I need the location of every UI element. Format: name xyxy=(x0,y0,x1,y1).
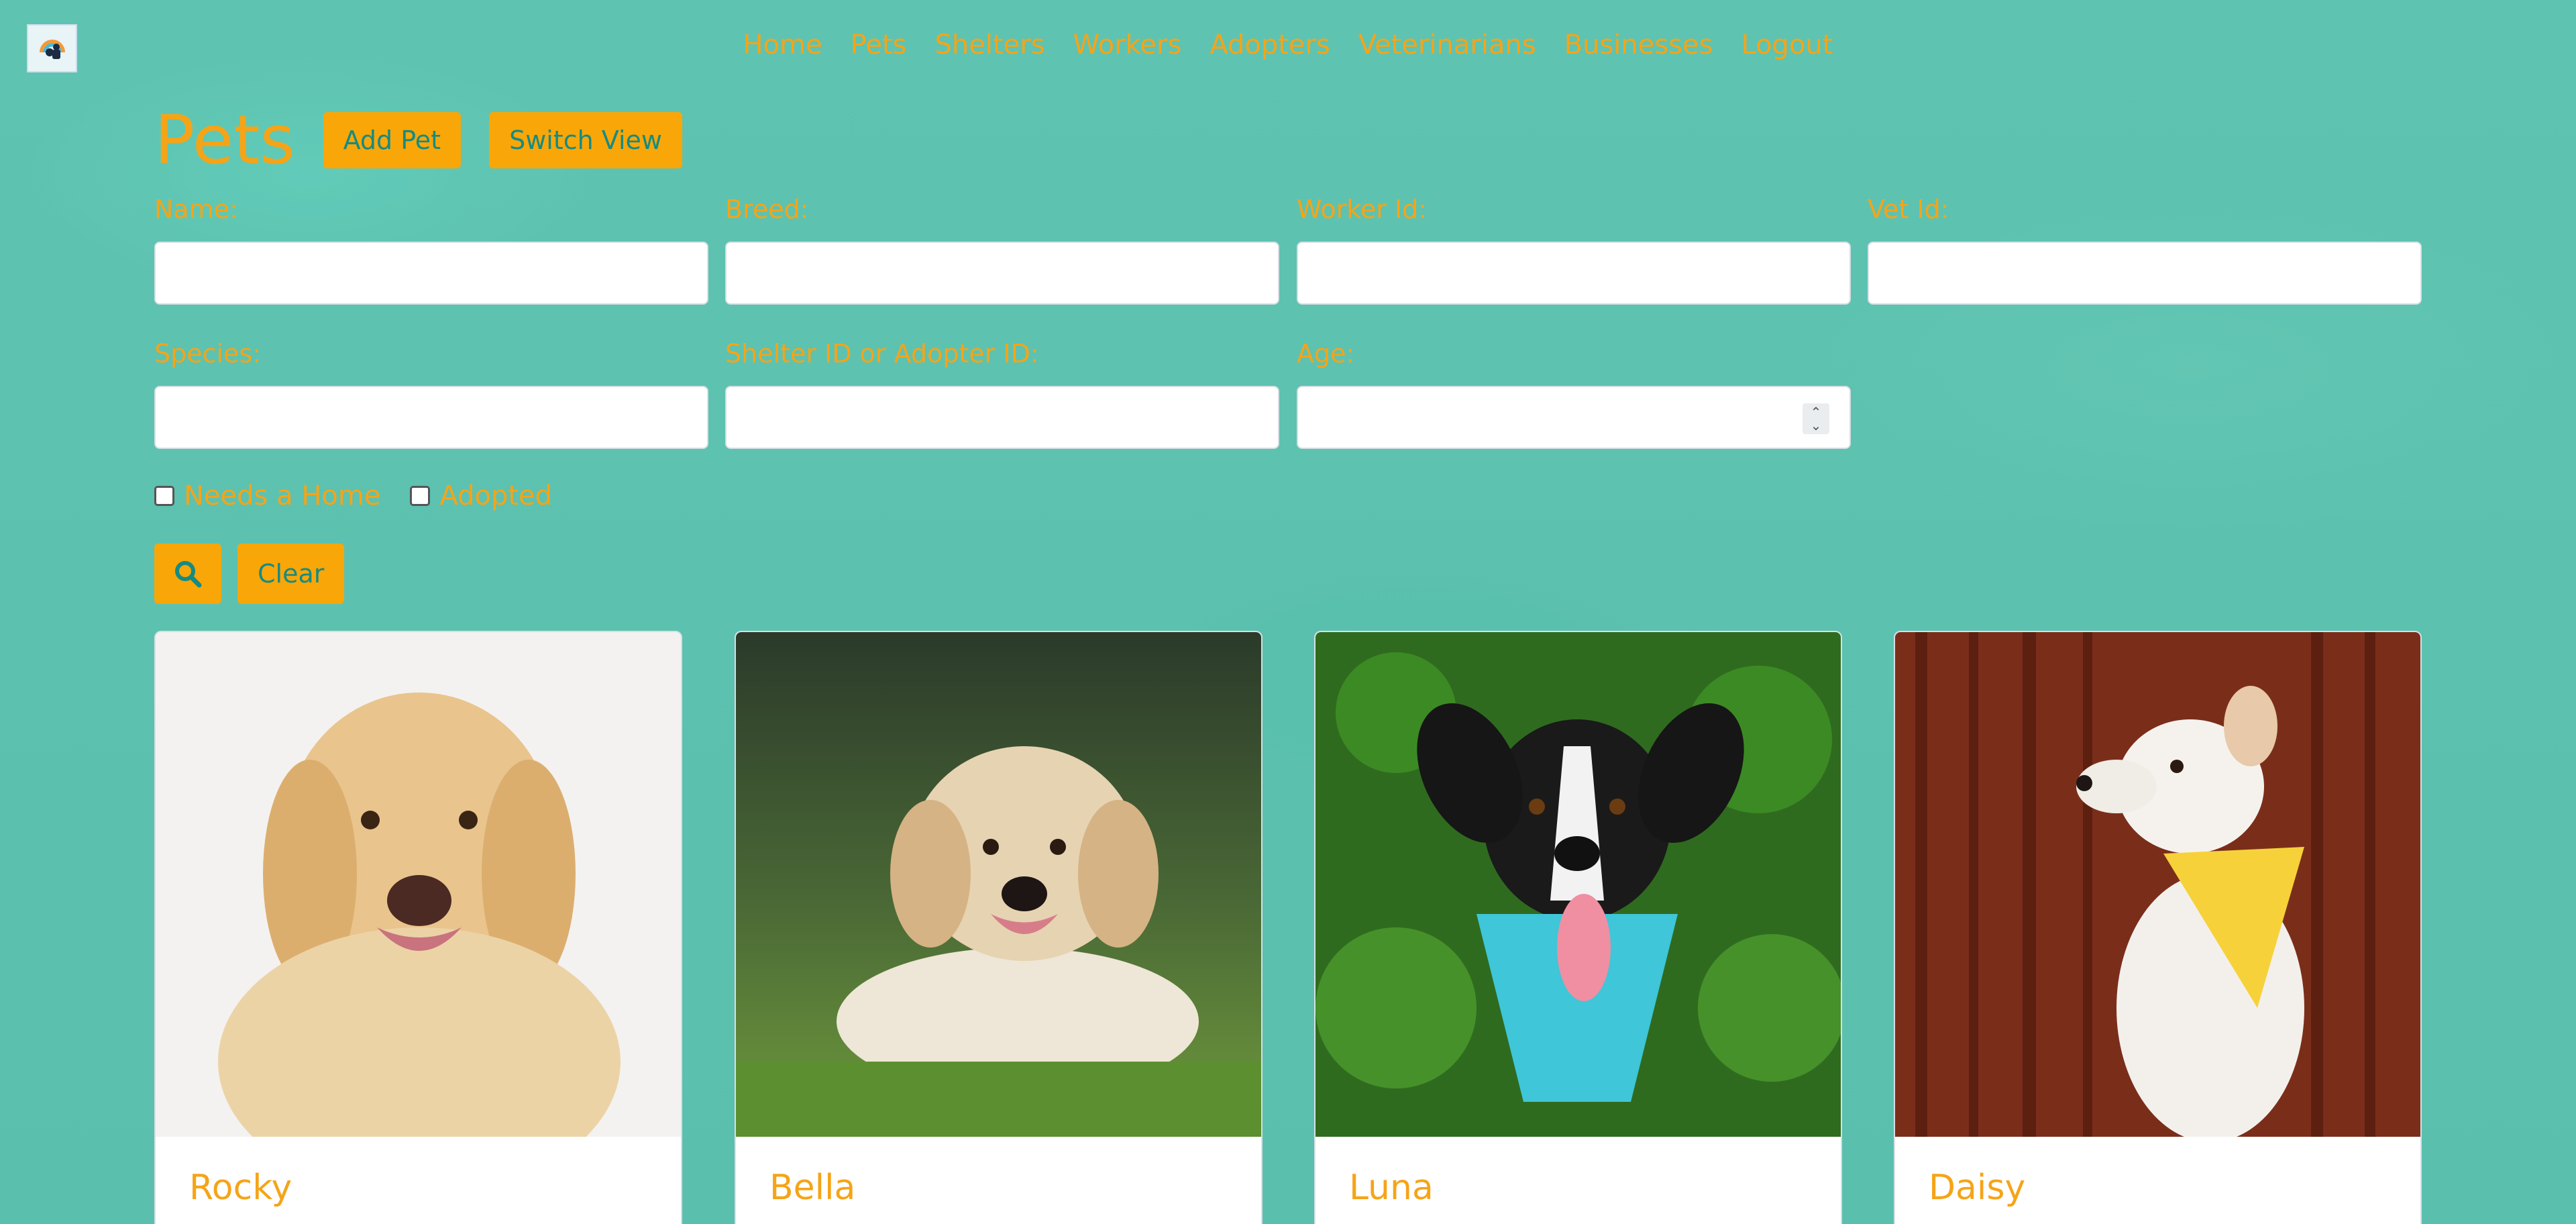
species-input[interactable] xyxy=(154,386,708,449)
chevron-up-icon[interactable]: ⌃ xyxy=(1811,405,1822,419)
breed-input[interactable] xyxy=(725,242,1279,305)
name-label: Name: xyxy=(154,195,238,224)
age-label: Age: xyxy=(1297,339,1355,368)
chevron-down-icon[interactable]: ⌄ xyxy=(1811,419,1822,432)
vet-id-input[interactable] xyxy=(1868,242,2422,305)
pet-card[interactable]: Daisy xyxy=(1894,631,2422,1224)
puppy-photo xyxy=(736,632,1261,1137)
nav-pets[interactable]: Pets xyxy=(851,30,907,60)
species-label: Species: xyxy=(154,339,262,368)
spotted-dog-bandana-photo xyxy=(1316,632,1841,1137)
pet-card[interactable]: Luna xyxy=(1314,631,1842,1224)
pet-photo xyxy=(1316,632,1841,1137)
golden-retriever-photo xyxy=(156,632,681,1137)
add-pet-button[interactable]: Add Pet xyxy=(323,111,462,168)
pet-name: Bella xyxy=(769,1168,856,1208)
worker-id-label: Worker Id: xyxy=(1297,195,1428,224)
name-input[interactable] xyxy=(154,242,708,305)
pet-card[interactable]: Bella xyxy=(735,631,1263,1224)
page-title: Pets xyxy=(154,101,295,179)
title-row: Pets Add Pet Switch View xyxy=(154,101,682,179)
switch-view-button[interactable]: Switch View xyxy=(489,111,682,168)
pet-photo xyxy=(1895,632,2420,1137)
pet-name: Daisy xyxy=(1929,1168,2026,1208)
needs-home-checkbox[interactable] xyxy=(154,486,174,506)
filter-actions: Clear xyxy=(154,544,345,604)
adopted-checkbox[interactable] xyxy=(410,486,431,506)
nav-adopters[interactable]: Adopters xyxy=(1210,30,1330,60)
clear-button[interactable]: Clear xyxy=(237,544,345,604)
nav-shelters[interactable]: Shelters xyxy=(935,30,1045,60)
worker-id-input[interactable] xyxy=(1297,242,1851,305)
needs-home-label: Needs a Home xyxy=(184,480,381,511)
search-icon xyxy=(175,561,202,588)
nav-businesses[interactable]: Businesses xyxy=(1564,30,1713,60)
nav-home[interactable]: Home xyxy=(743,30,822,60)
vet-id-label: Vet Id: xyxy=(1868,195,1949,224)
pet-photo xyxy=(156,632,681,1137)
top-nav: Home Pets Shelters Workers Adopters Vete… xyxy=(0,30,2576,60)
shelter-adopter-input[interactable] xyxy=(725,386,1279,449)
adopted-label: Adopted xyxy=(439,480,553,511)
white-dog-adopt-me-photo xyxy=(1895,632,2420,1137)
nav-workers[interactable]: Workers xyxy=(1073,30,1182,60)
nav-veterinarians[interactable]: Veterinarians xyxy=(1358,30,1536,60)
age-spinner[interactable]: ⌃ ⌄ xyxy=(1803,403,1829,434)
search-button[interactable] xyxy=(154,544,221,604)
shelter-adopter-label: Shelter ID or Adopter ID: xyxy=(725,339,1039,368)
nav-logout[interactable]: Logout xyxy=(1741,30,1833,60)
pet-card[interactable]: Rocky xyxy=(154,631,682,1224)
pet-name: Rocky xyxy=(189,1168,292,1208)
status-checkboxes: Needs a Home Adopted xyxy=(154,480,552,511)
breed-label: Breed: xyxy=(725,195,809,224)
pet-photo xyxy=(736,632,1261,1137)
pet-name: Luna xyxy=(1349,1168,1434,1208)
age-input[interactable]: ⌃ ⌄ xyxy=(1297,386,1851,449)
